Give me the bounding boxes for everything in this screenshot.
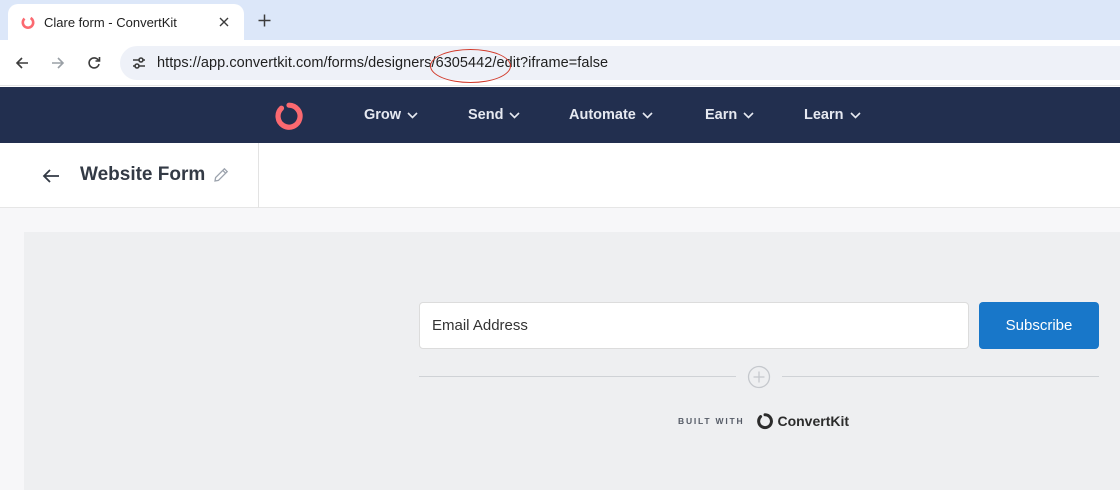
divider xyxy=(782,376,1099,377)
plus-icon[interactable] xyxy=(254,10,274,30)
add-block-icon[interactable] xyxy=(747,365,771,389)
chevron-down-icon xyxy=(407,111,418,119)
built-with-badge[interactable]: BUILT WITH ConvertKit xyxy=(678,411,849,431)
nav-grow-label: Grow xyxy=(364,107,402,123)
pencil-icon[interactable] xyxy=(212,166,230,184)
url-prefix: https://app.convertkit.com/forms/designe… xyxy=(157,55,436,71)
subscribe-button[interactable]: Subscribe xyxy=(979,302,1099,349)
reload-icon[interactable] xyxy=(84,53,104,73)
site-settings-icon[interactable] xyxy=(129,53,149,73)
nav-send-label: Send xyxy=(468,107,504,123)
email-field[interactable] xyxy=(419,302,969,349)
browser-tab-strip: Clare form - ConvertKit xyxy=(0,0,1120,40)
form-header: Website Form xyxy=(0,143,1120,208)
form-preview xyxy=(24,232,1120,490)
forward-arrow-icon[interactable] xyxy=(48,53,68,73)
nav-learn-label: Learn xyxy=(804,107,844,123)
url-highlighted-id: 6305442 xyxy=(435,55,493,71)
back-arrow-icon[interactable] xyxy=(40,165,62,187)
nav-earn-label: Earn xyxy=(705,107,738,123)
close-icon[interactable] xyxy=(214,12,234,32)
nav-earn[interactable]: Earn xyxy=(705,107,754,123)
back-arrow-icon[interactable] xyxy=(12,53,32,73)
browser-toolbar: https://app.convertkit.com/forms/designe… xyxy=(0,40,1120,86)
url-text: https://app.convertkit.com/forms/designe… xyxy=(157,55,608,71)
browser-tab[interactable]: Clare form - ConvertKit xyxy=(8,4,244,40)
nav-automate[interactable]: Automate xyxy=(569,107,653,123)
divider xyxy=(419,376,736,377)
app-top-nav: Grow Send Automate Earn Learn xyxy=(0,87,1120,143)
tab-title: Clare form - ConvertKit xyxy=(44,14,177,30)
chevron-down-icon xyxy=(642,111,653,119)
chevron-down-icon xyxy=(743,111,754,119)
nav-grow[interactable]: Grow xyxy=(364,107,418,123)
chevron-down-icon xyxy=(509,111,521,119)
convertkit-logo-icon[interactable] xyxy=(270,99,306,133)
nav-automate-label: Automate xyxy=(569,107,636,123)
favicon-icon xyxy=(21,16,35,29)
page-title: Website Form xyxy=(80,164,206,185)
built-with-label: BUILT WITH xyxy=(678,416,745,426)
nav-send[interactable]: Send xyxy=(468,107,521,123)
nav-learn[interactable]: Learn xyxy=(804,107,861,123)
header-divider xyxy=(258,143,259,208)
address-bar[interactable]: https://app.convertkit.com/forms/designe… xyxy=(120,46,1120,80)
brand-name: ConvertKit xyxy=(777,413,850,429)
chevron-down-icon xyxy=(849,111,861,119)
convertkit-logo-icon xyxy=(757,413,774,430)
